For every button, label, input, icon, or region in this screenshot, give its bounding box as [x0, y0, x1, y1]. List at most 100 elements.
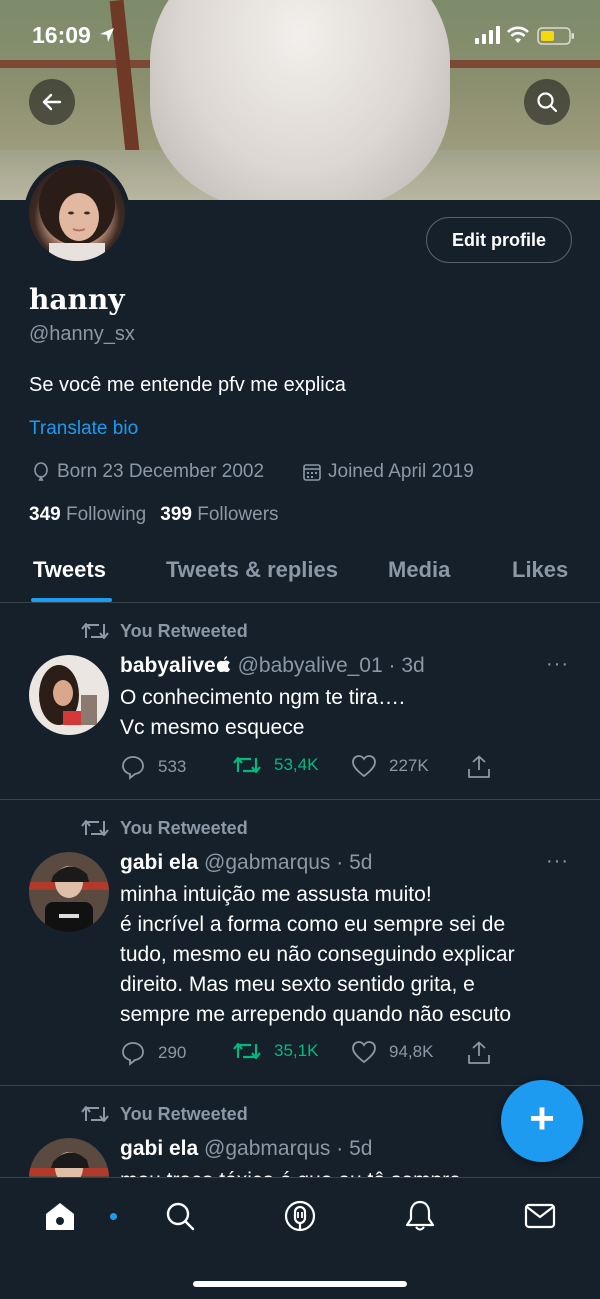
tweet-line: O conhecimento ngm te tira….: [120, 686, 405, 709]
tweet-item[interactable]: You Retweeted babyalive @babyalive_01 · …: [0, 603, 600, 800]
compose-tweet-button[interactable]: +: [501, 1080, 583, 1162]
tweet-item[interactable]: You Retweeted gabi ela @gabmarqus · 5d ·…: [0, 800, 600, 1086]
reply-icon: [122, 1042, 144, 1066]
reply-count: 533: [158, 757, 187, 776]
arrow-left-icon: [42, 93, 62, 111]
cellular-signal-icon: [475, 26, 500, 44]
birthday-text: Born 23 December 2002: [57, 461, 265, 482]
retweeted-label: You Retweeted: [120, 1103, 248, 1124]
share-button[interactable]: [466, 754, 492, 780]
spaces-icon: [284, 1200, 316, 1232]
tweet-author-name[interactable]: gabi ela: [120, 1137, 198, 1160]
search-button[interactable]: [524, 79, 570, 125]
tab-media[interactable]: Media: [388, 557, 450, 583]
joined-text: Joined April 2019: [328, 461, 474, 482]
tab-tweets[interactable]: Tweets: [33, 557, 106, 583]
retweeted-indicator: You Retweeted: [80, 620, 248, 642]
reply-count: 290: [158, 1043, 187, 1062]
reply-button[interactable]: 533: [120, 754, 186, 780]
followers-link[interactable]: 399 Followers: [160, 504, 278, 526]
following-count: 349: [29, 504, 61, 525]
location-arrow-icon: [100, 28, 114, 42]
tab-tweets-replies[interactable]: Tweets & replies: [166, 557, 338, 583]
nav-search[interactable]: [162, 1198, 198, 1234]
followers-count: 399: [160, 504, 192, 525]
more-options-icon[interactable]: ···: [546, 653, 569, 676]
home-icon: [46, 1203, 74, 1230]
active-tab-indicator: [31, 598, 112, 602]
tweet-author-avatar[interactable]: [29, 655, 109, 735]
nav-notifications[interactable]: [402, 1198, 438, 1234]
plus-icon: +: [529, 1094, 555, 1143]
retweet-icon: [233, 756, 261, 774]
retweeted-indicator: You Retweeted: [80, 817, 248, 839]
tweet-actions: 290 35,1K 94,8K: [120, 1040, 500, 1070]
tweet-text: meu traço tóxico é que eu tô sempre: [120, 1166, 570, 1177]
tweet-line: Vc mesmo esquece: [120, 716, 305, 739]
more-options-icon[interactable]: ···: [546, 850, 569, 873]
nav-messages[interactable]: [522, 1198, 558, 1234]
like-count: 227K: [389, 756, 429, 775]
tweet-handle-time: @gabmarqus · 5d: [204, 1137, 373, 1160]
like-count: 94,8K: [389, 1042, 434, 1061]
home-notification-dot: [109, 1212, 118, 1221]
edit-profile-button[interactable]: Edit profile: [426, 217, 572, 263]
like-button[interactable]: 227K: [351, 754, 429, 778]
following-link[interactable]: 349 Following: [29, 504, 146, 526]
birthday-info: Born 23 December 2002: [31, 461, 264, 483]
tab-likes[interactable]: Likes: [512, 557, 568, 583]
reply-icon: [122, 756, 144, 780]
author-photo: [29, 1138, 109, 1177]
translate-bio-link[interactable]: Translate bio: [29, 418, 138, 440]
profile-avatar[interactable]: [24, 160, 130, 266]
tweet-author-name[interactable]: babyalive: [120, 654, 216, 677]
retweeted-label: You Retweeted: [120, 620, 248, 641]
search-icon: [537, 92, 558, 113]
retweet-icon: [81, 623, 109, 639]
share-icon: [468, 1041, 490, 1064]
retweeted-label: You Retweeted: [120, 817, 248, 838]
avatar-image: [29, 165, 125, 261]
author-photo: [29, 852, 109, 932]
share-button[interactable]: [466, 1040, 492, 1066]
profile-bio: Se você me entende pfv me explica: [29, 374, 346, 396]
retweet-icon: [81, 820, 109, 836]
tweet-text: minha intuição me assusta muito! é incrí…: [120, 880, 570, 1030]
tweet-line: minha intuição me assusta muito!: [120, 883, 432, 906]
joined-info: Joined April 2019: [302, 461, 474, 483]
calendar-icon: [303, 464, 321, 481]
retweet-button[interactable]: 53,4K: [232, 754, 318, 776]
back-button[interactable]: [29, 79, 75, 125]
tweet-handle-time: @babyalive_01 · 3d: [237, 654, 425, 677]
avatar-portrait: [39, 165, 115, 261]
retweeted-indicator: You Retweeted: [80, 1103, 248, 1125]
status-bar: 16:09: [0, 0, 600, 70]
tweet-header: gabi ela @gabmarqus · 5d: [120, 851, 372, 875]
reply-button[interactable]: 290: [120, 1040, 186, 1066]
tweet-line: direito. Mas meu sexto sentido grita, e: [120, 973, 475, 996]
share-icon: [468, 755, 490, 778]
tweet-text: O conhecimento ngm te tira…. Vc mesmo es…: [120, 683, 570, 743]
profile-name: hanny: [29, 283, 125, 316]
nav-spaces[interactable]: [282, 1198, 318, 1234]
tweet-line: sempre me arrependo quando não escuto: [120, 1003, 512, 1026]
profile-handle: @hanny_sx: [29, 323, 135, 345]
retweet-button[interactable]: 35,1K: [232, 1040, 318, 1062]
home-indicator: [193, 1281, 407, 1287]
tweet-actions: 533 53,4K 227K: [120, 754, 500, 784]
tweet-author-avatar[interactable]: [29, 852, 109, 932]
profile-tabs: Tweets Tweets & replies Media Likes: [0, 545, 600, 603]
nav-home[interactable]: [42, 1198, 118, 1234]
tweet-handle-time: @gabmarqus · 5d: [204, 851, 373, 874]
tweet-header: babyalive @babyalive_01 · 3d: [120, 654, 425, 678]
tweet-header: gabi ela @gabmarqus · 5d: [120, 1137, 372, 1161]
author-photo: [29, 655, 109, 735]
status-time: 16:09: [32, 22, 91, 48]
following-label: Following: [65, 504, 147, 525]
heart-icon: [352, 1041, 376, 1064]
tweet-author-name[interactable]: gabi ela: [120, 851, 198, 874]
tweet-author-avatar[interactable]: [29, 1138, 109, 1177]
retweet-count: 53,4K: [274, 755, 319, 774]
apple-logo-icon: [216, 656, 230, 672]
like-button[interactable]: 94,8K: [351, 1040, 433, 1064]
